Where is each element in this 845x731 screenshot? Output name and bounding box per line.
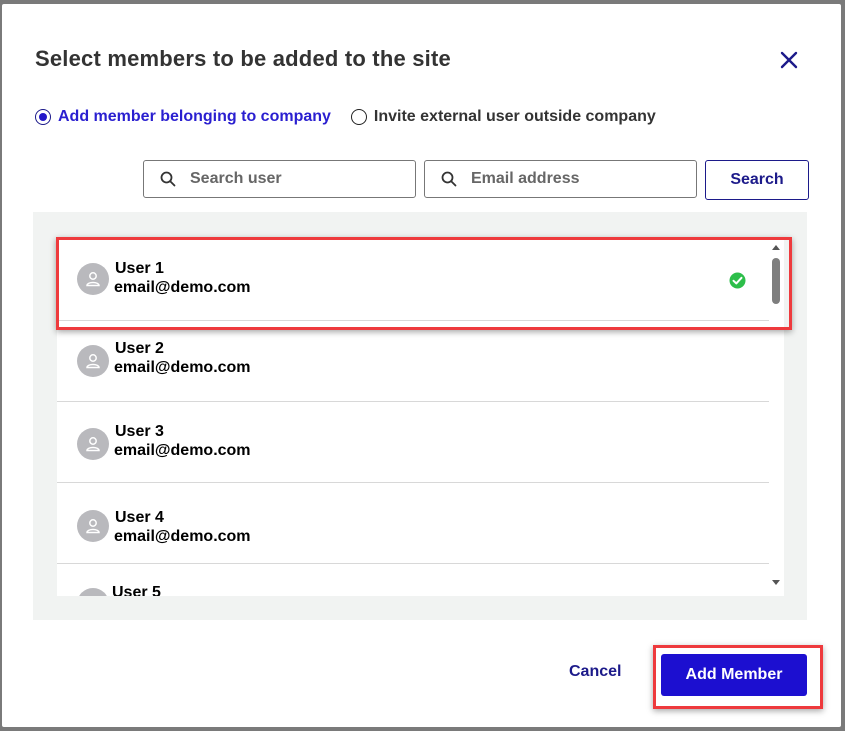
cancel-button[interactable]: Cancel xyxy=(569,663,621,681)
user-email: email@demo.com xyxy=(114,359,251,376)
search-icon xyxy=(441,171,457,187)
radio-button-unselected[interactable] xyxy=(350,109,367,125)
list-item[interactable]: User 4 email@demo.com xyxy=(57,483,769,564)
radio-button-selected[interactable] xyxy=(35,109,51,125)
user-name: User 2 xyxy=(115,340,164,357)
radio-label-external: Invite external user outside company xyxy=(373,108,656,125)
user-name: User 5 xyxy=(112,584,161,596)
user-email: email@demo.com xyxy=(114,528,251,545)
list-item[interactable]: User 5 xyxy=(57,564,769,596)
search-user-input[interactable] xyxy=(188,169,392,189)
dialog-title: Select members to be added to the site xyxy=(35,46,451,71)
highlight-box-selected-user xyxy=(56,237,792,330)
avatar-icon xyxy=(77,428,109,460)
user-name: User 4 xyxy=(115,509,164,526)
avatar-icon xyxy=(77,588,109,596)
user-email: email@demo.com xyxy=(114,442,251,459)
search-button[interactable]: Search xyxy=(705,160,809,200)
search-user-field[interactable] xyxy=(143,160,416,198)
avatar-icon xyxy=(77,345,109,377)
search-icon xyxy=(160,171,176,187)
member-type-radio-group: Add member belonging to company Invite e… xyxy=(35,108,656,126)
radio-option-company[interactable]: Add member belonging to company xyxy=(35,108,331,126)
radio-label-company: Add member belonging to company xyxy=(58,108,331,125)
close-icon[interactable] xyxy=(777,48,801,72)
radio-option-external[interactable]: Invite external user outside company xyxy=(350,108,656,126)
highlight-box-add-member xyxy=(653,645,823,709)
email-address-input[interactable] xyxy=(469,169,673,189)
scroll-down-arrow-icon[interactable] xyxy=(772,580,780,585)
email-address-field[interactable] xyxy=(424,160,697,198)
list-item[interactable]: User 3 email@demo.com xyxy=(57,402,769,483)
list-item[interactable]: User 2 email@demo.com xyxy=(57,321,769,402)
user-name: User 3 xyxy=(115,423,164,440)
avatar-icon xyxy=(77,510,109,542)
